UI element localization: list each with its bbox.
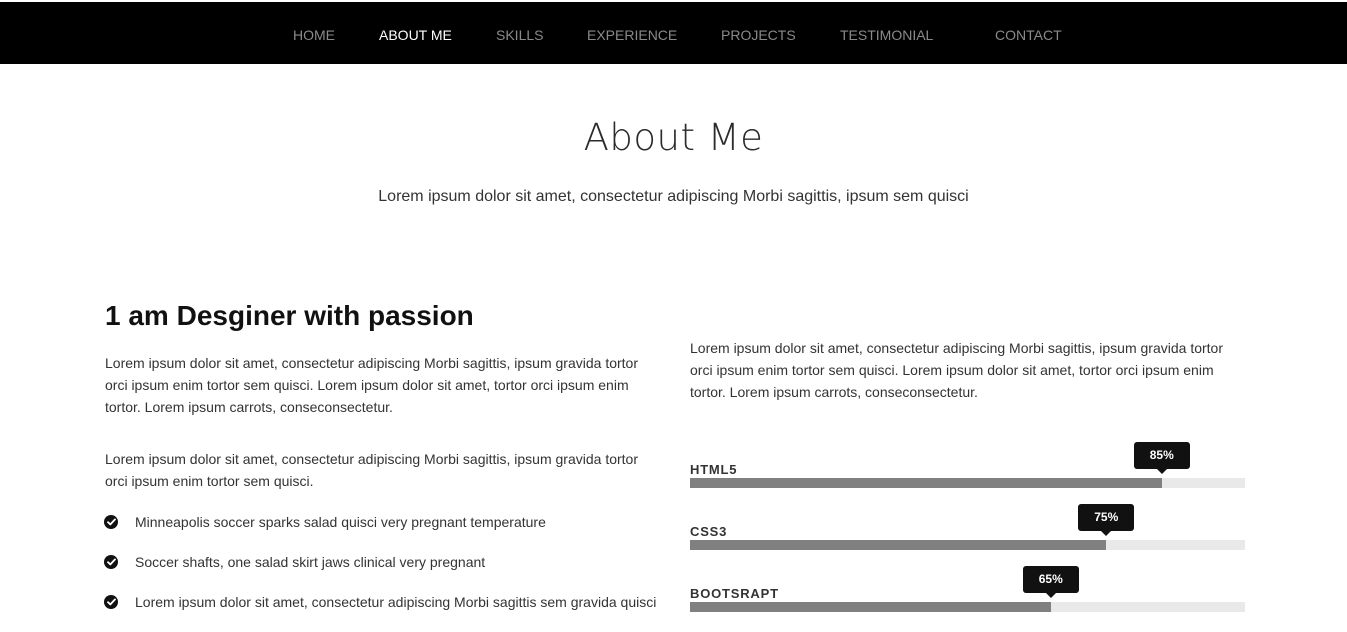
skill-progress-fill (690, 540, 1107, 550)
check-circle-icon (104, 555, 118, 569)
nav-testimonial-link[interactable]: TESTIMONIAL (840, 26, 933, 44)
checklist-item: Soccer shafts, one salad skirt jaws clin… (104, 552, 656, 592)
nav-contact-link[interactable]: CONTACT (995, 26, 1062, 44)
about-right-paragraph: Lorem ipsum dolor sit amet, consectetur … (690, 340, 1223, 400)
skill-label: BOOTSRAPT (690, 586, 779, 601)
skill-progress-fill (690, 602, 1051, 612)
checklist-item: Lorem ipsum dolor sit amet, consectetur … (104, 592, 656, 632)
nav-skills-link[interactable]: SKILLS (496, 26, 543, 44)
section-title: About Me (583, 116, 764, 159)
top-navbar: HOME ABOUT ME SKILLS EXPERIENCE PROJECTS… (0, 2, 1347, 64)
check-circle-icon (104, 515, 118, 529)
skill-progress-track (690, 540, 1245, 550)
skill-percent-tooltip: 85% (1133, 442, 1190, 474)
checklist-item-text: Lorem ipsum dolor sit amet, consectetur … (135, 594, 657, 610)
skill-html5: HTML5 85% (690, 442, 1245, 488)
checklist-item: Minneapolis soccer sparks salad quisci v… (104, 512, 656, 552)
feature-checklist: Minneapolis soccer sparks salad quisci v… (104, 512, 656, 632)
skill-css3: CSS3 75% (690, 504, 1245, 550)
skill-label: CSS3 (690, 524, 728, 539)
check-circle-icon (104, 595, 118, 609)
skill-progress-track (690, 478, 1245, 488)
skill-progress-track (690, 602, 1245, 612)
about-left-paragraph-2: Lorem ipsum dolor sit amet, consectetur … (105, 451, 638, 489)
skill-bootstrap: BOOTSRAPT 65% (690, 566, 1245, 612)
nav-projects-link[interactable]: PROJECTS (721, 26, 796, 44)
nav-experience-link[interactable]: EXPERIENCE (587, 26, 677, 44)
skill-progress-fill (690, 478, 1162, 488)
about-left-paragraph-1: Lorem ipsum dolor sit amet, consectetur … (105, 355, 638, 415)
skill-label: HTML5 (690, 462, 738, 477)
nav-about-me-link[interactable]: ABOUT ME (379, 26, 452, 44)
section-subtitle: Lorem ipsum dolor sit amet, consectetur … (378, 188, 969, 205)
about-heading: 1 am Desginer with passion (105, 300, 474, 331)
skill-percent-tooltip: 65% (1022, 566, 1079, 598)
skill-percent-tooltip: 75% (1078, 504, 1135, 536)
checklist-item-text: Minneapolis soccer sparks salad quisci v… (135, 514, 546, 530)
checklist-item-text: Soccer shafts, one salad skirt jaws clin… (135, 554, 486, 570)
nav-home-link[interactable]: HOME (293, 26, 335, 44)
